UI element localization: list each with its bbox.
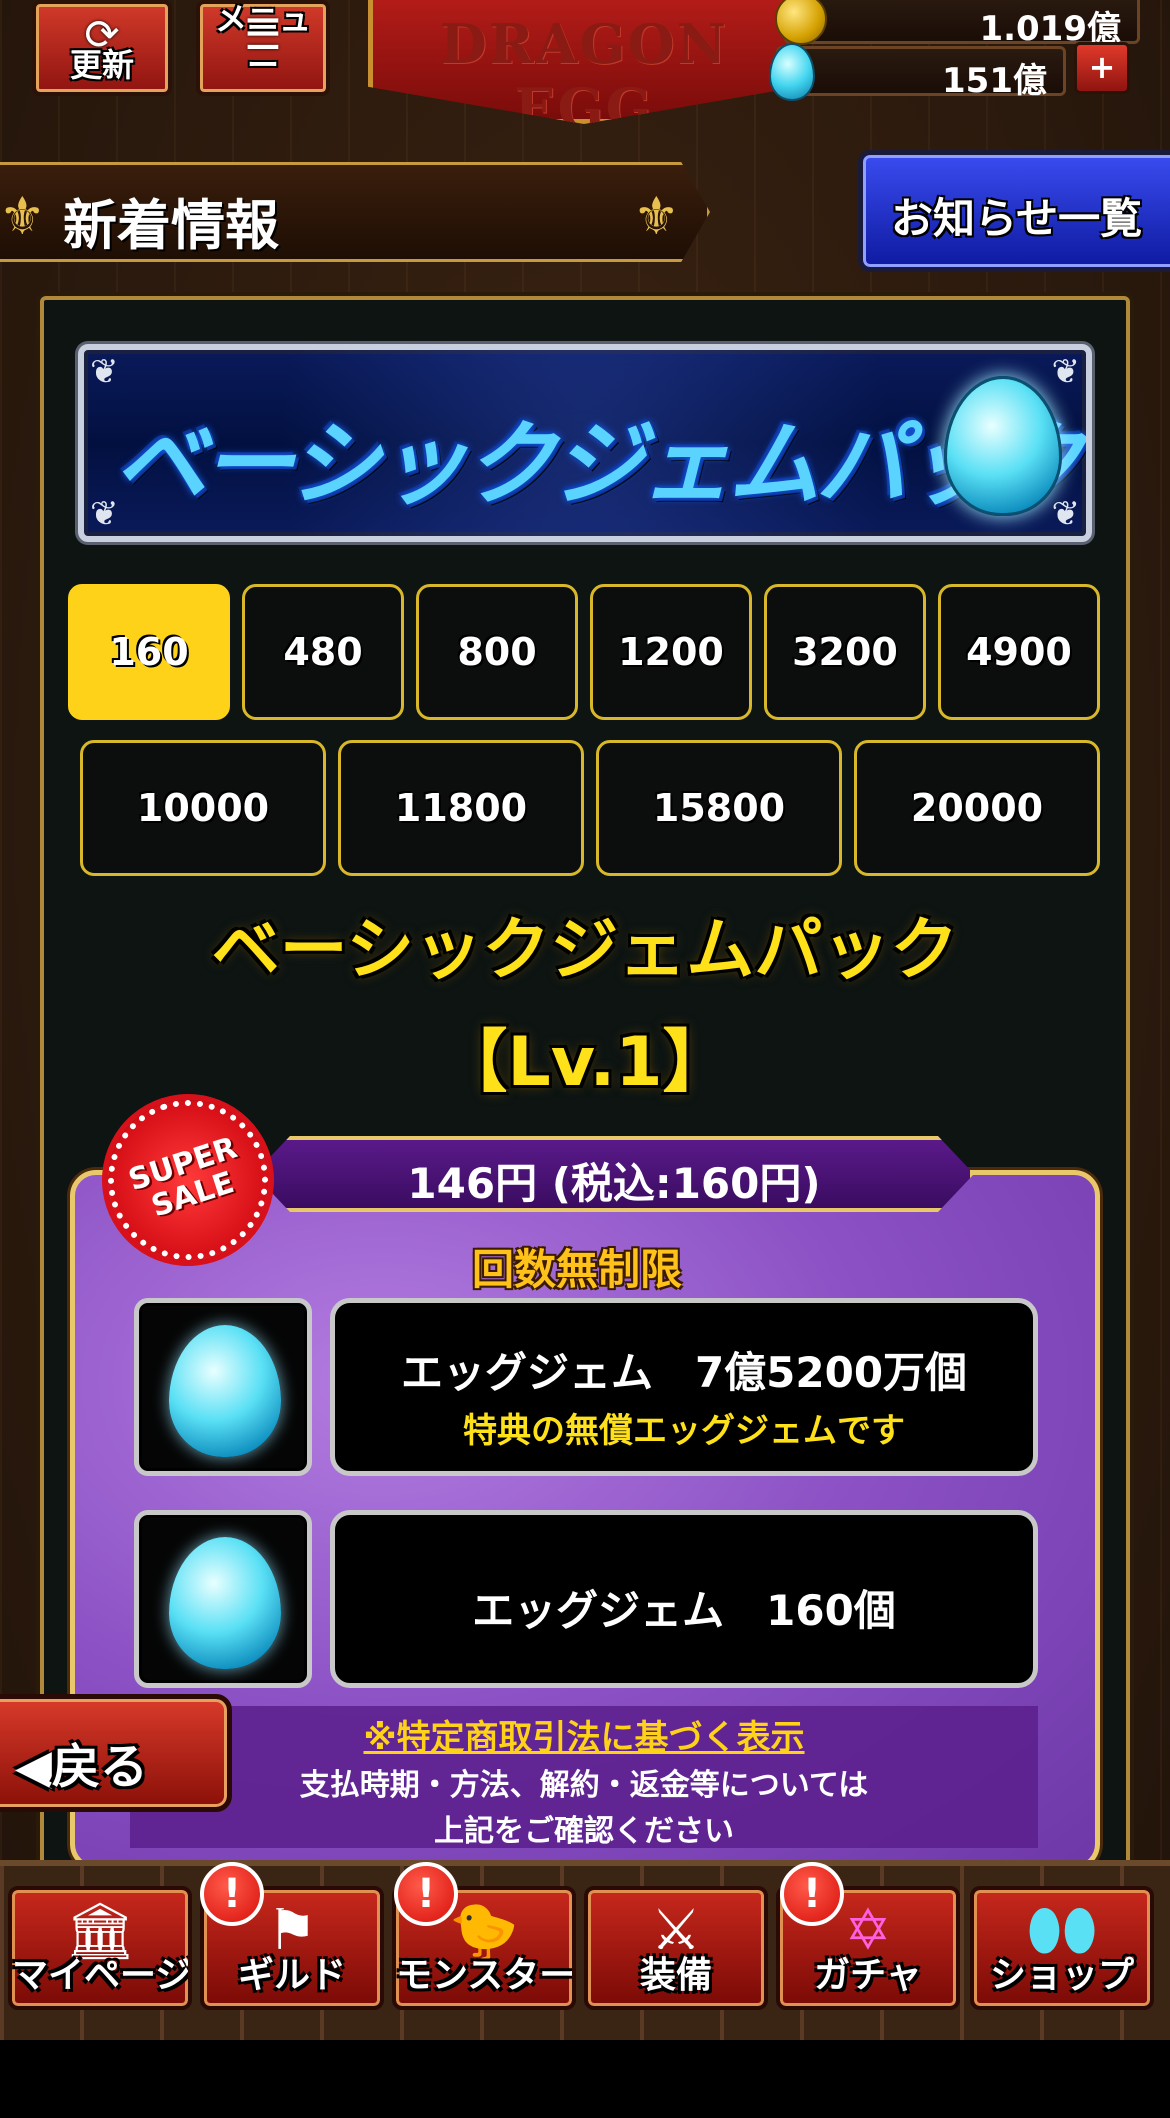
item-description: エッグジェム 7億5200万個 特典の無償エッグジェムです <box>330 1298 1038 1476</box>
item-name: エッグジェム 160個 <box>472 1586 896 1635</box>
egg-gem-icon <box>769 43 815 101</box>
nav-label: ギルド <box>237 1955 346 1996</box>
nav-label: マイページ <box>12 1955 192 1996</box>
pack-banner: ❦ ❦ ❦ ❦ ベーシックジェムパック <box>78 344 1092 542</box>
back-arrow-icon: ◀ <box>15 1739 52 1795</box>
gacha-alert-badge: ! <box>780 1862 844 1926</box>
back-label-text: 戻る <box>51 1739 148 1795</box>
tier-button-160[interactable]: 160 <box>68 584 230 720</box>
legal-notice-link[interactable]: ※特定商取引法に基づく表示 <box>130 1710 1038 1759</box>
egg-gem-icon <box>169 1537 281 1669</box>
notice-list-button[interactable]: お知らせ一覧 <box>858 150 1170 272</box>
nav-item-shop[interactable]: ⬮⬮ ショップ <box>970 1886 1154 2010</box>
tier-button-11800[interactable]: 11800 <box>338 740 584 876</box>
tier-button-800[interactable]: 800 <box>416 584 578 720</box>
pack-level: 【Lv.1】 <box>439 1023 731 1102</box>
legal-notice-line: 上記をご確認ください <box>434 1814 734 1849</box>
item-name: エッグジェム 7億5200万個 <box>400 1348 968 1397</box>
nav-label: 装備 <box>639 1955 712 1996</box>
corner-ornament-icon: ❦ <box>90 352 119 392</box>
item-note: 特典の無償エッグジェムです <box>463 1411 905 1451</box>
tier-button-10000[interactable]: 10000 <box>80 740 326 876</box>
super-sale-label: SUPER SALE <box>124 1130 242 1225</box>
tier-button-15800[interactable]: 15800 <box>596 740 842 876</box>
fleur-right-icon: ⚜ <box>633 187 680 247</box>
add-gems-button[interactable]: + <box>1074 42 1130 94</box>
back-label: ◀戻る <box>15 1727 148 1797</box>
refresh-label: 更新 <box>69 46 134 84</box>
game-logo-banner: DRAGON EGG <box>368 0 800 124</box>
tier-button-20000[interactable]: 20000 <box>854 740 1100 876</box>
guild-alert-badge: ! <box>200 1862 264 1926</box>
item-description: エッグジェム 160個 <box>330 1510 1038 1688</box>
nav-label: モンスター <box>396 1955 576 1996</box>
gem-amount: 151億 <box>942 61 1047 101</box>
gem-counter: 151億 <box>769 43 1066 101</box>
section-header: ⚜ 新着情報 ⚜ <box>0 162 710 262</box>
tier-button-4900[interactable]: 4900 <box>938 584 1100 720</box>
top-bar: ⟳ 更新 ☰ メニュー DRAGON EGG 1.019億 151億 + <box>0 0 1170 130</box>
nav-item-equipment[interactable]: ⚔ 装備 <box>584 1886 768 2010</box>
fleur-left-icon: ⚜ <box>0 187 46 247</box>
egg-gem-icon <box>169 1325 281 1457</box>
pack-name: ベーシックジェムパック <box>211 911 959 990</box>
tier-button-3200[interactable]: 3200 <box>764 584 926 720</box>
corner-ornament-icon: ❦ <box>1051 352 1081 392</box>
tier-button-480[interactable]: 480 <box>242 584 404 720</box>
menu-button[interactable]: ☰ メニュー <box>196 0 330 96</box>
refresh-button[interactable]: ⟳ 更新 <box>32 0 172 96</box>
app-screen: ⟳ 更新 ☰ メニュー DRAGON EGG 1.019億 151億 + ⚜ 新… <box>0 0 1170 2040</box>
nav-item-mypage[interactable]: 🏛 マイページ <box>8 1886 192 2010</box>
purchase-limit-label: 回数無制限 <box>472 1245 683 1294</box>
menu-label: メニュー <box>214 0 311 84</box>
gold-coin-icon <box>775 0 827 45</box>
back-button[interactable]: ◀戻る <box>0 1694 232 1812</box>
gold-counter: 1.019億 <box>775 0 1140 49</box>
legal-notice: ※特定商取引法に基づく表示 支払時期・方法、解約・返金等については 上記をご確認… <box>130 1706 1038 1849</box>
notice-list-label: お知らせ一覧 <box>891 194 1143 243</box>
price-label: 146円 (税込:160円) <box>407 1159 821 1208</box>
nav-label: ショップ <box>989 1955 1134 1996</box>
item-icon-frame <box>134 1510 312 1688</box>
monster-alert-badge: ! <box>394 1862 458 1926</box>
price-ribbon: 146円 (税込:160円) <box>254 1136 974 1212</box>
game-logo: DRAGON EGG <box>439 12 729 140</box>
tier-button-1200[interactable]: 1200 <box>590 584 752 720</box>
nav-label: ガチャ <box>814 1955 922 1996</box>
banner-title: ベーシックジェムパック <box>114 411 1084 518</box>
section-title: 新着情報 <box>63 194 279 257</box>
legal-notice-line: 支払時期・方法、解約・返金等については <box>299 1768 869 1803</box>
item-icon-frame <box>134 1298 312 1476</box>
